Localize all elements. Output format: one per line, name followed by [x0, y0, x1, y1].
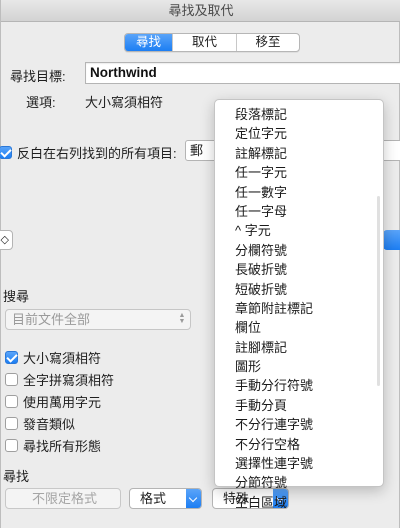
whole-word-label: 全字拼寫須相符	[23, 373, 115, 388]
format-popup-button[interactable]: 格式	[129, 488, 202, 509]
search-scope-select[interactable]: 目前文件全部 ▲ ▼	[5, 309, 191, 330]
find-replace-window: 尋找及取代 尋找 取代 移至 尋找目標: Northwind 選項: 大小寫須相…	[0, 0, 400, 528]
menu-item-comment-mark[interactable]: 註解標記	[215, 144, 383, 163]
expand-button[interactable]: ◇	[0, 230, 13, 250]
menu-item-section-break[interactable]: 分節符號	[215, 473, 383, 492]
menu-item-any-digit[interactable]: 任一數字	[215, 183, 383, 202]
right-control-edge[interactable]	[383, 140, 400, 161]
all-word-forms-label: 尋找所有形態	[23, 439, 102, 454]
highlight-all-checkbox[interactable]	[0, 146, 12, 159]
find-format-label: 尋找	[3, 469, 30, 484]
tab-find[interactable]: 尋找	[125, 34, 173, 51]
find-label: 尋找目標:	[10, 69, 66, 84]
menu-item-manual-line-break[interactable]: 手動分行符號	[215, 376, 383, 395]
find-input[interactable]: Northwind	[85, 62, 400, 84]
menu-item-field[interactable]: 欄位	[215, 318, 383, 337]
chevron-down-icon	[186, 489, 201, 508]
menu-scrollbar[interactable]	[377, 196, 380, 386]
sounds-like-row[interactable]: 發音類似	[5, 414, 75, 433]
menu-item-graphic[interactable]: 圖形	[215, 357, 383, 376]
tab-goto[interactable]: 移至	[237, 34, 299, 51]
format-label: 格式	[140, 491, 167, 506]
search-scope-value: 目前文件全部	[12, 312, 91, 327]
menu-item-endnote-mark[interactable]: 章節附註標記	[215, 299, 383, 318]
search-label: 搜尋	[3, 289, 30, 304]
whole-word-checkbox[interactable]	[5, 373, 18, 386]
match-case-checkbox[interactable]	[5, 351, 18, 364]
menu-item-any-letter[interactable]: 任一字母	[215, 202, 383, 221]
whole-word-row[interactable]: 全字拼寫須相符	[5, 370, 114, 389]
menu-item-any-character[interactable]: 任一字元	[215, 163, 383, 182]
sounds-like-checkbox[interactable]	[5, 417, 18, 430]
menu-item-paragraph-mark[interactable]: 段落標記	[215, 105, 383, 124]
menu-item-column-break[interactable]: 分欄符號	[215, 241, 383, 260]
sounds-like-label: 發音類似	[23, 417, 76, 432]
menu-item-tab-character[interactable]: 定位字元	[215, 124, 383, 143]
menu-item-footnote-mark[interactable]: 註腳標記	[215, 338, 383, 357]
wildcards-label: 使用萬用字元	[23, 395, 102, 410]
tab-control: 尋找 取代 移至	[124, 33, 300, 52]
chevron-icon: ◇	[0, 234, 9, 246]
wildcards-row[interactable]: 使用萬用字元	[5, 392, 101, 411]
highlight-all-row[interactable]: 反白在右列找到的所有項目:	[0, 143, 177, 162]
tab-replace[interactable]: 取代	[173, 34, 237, 51]
options-label: 選項:	[26, 95, 56, 110]
menu-item-optional-hyphen[interactable]: 選擇性連字號	[215, 454, 383, 473]
menu-item-em-dash[interactable]: 長破折號	[215, 260, 383, 279]
menu-item-white-space[interactable]: 空白區域	[215, 493, 383, 512]
match-case-label: 大小寫須相符	[23, 351, 102, 366]
special-menu: 段落標記 定位字元 註解標記 任一字元 任一數字 任一字母 ^ 字元 分欄符號 …	[214, 99, 384, 510]
window-title: 尋找及取代	[1, 0, 400, 22]
menu-item-caret-character[interactable]: ^ 字元	[215, 221, 383, 240]
all-word-forms-row[interactable]: 尋找所有形態	[5, 436, 101, 455]
no-formatting-button[interactable]: 不限定格式	[5, 488, 121, 509]
wildcards-checkbox[interactable]	[5, 395, 18, 408]
menu-item-manual-page-break[interactable]: 手動分頁	[215, 396, 383, 415]
menu-item-en-dash[interactable]: 短破折號	[215, 280, 383, 299]
highlight-all-label: 反白在右列找到的所有項目:	[17, 146, 177, 161]
find-next-button-edge[interactable]	[383, 230, 400, 250]
match-case-row[interactable]: 大小寫須相符	[5, 348, 101, 367]
menu-item-nonbreaking-space[interactable]: 不分行空格	[215, 435, 383, 454]
menu-item-nonbreaking-hyphen[interactable]: 不分行連字號	[215, 415, 383, 434]
all-word-forms-checkbox[interactable]	[5, 439, 18, 452]
updown-arrows-icon: ▲ ▼	[178, 312, 186, 325]
options-value: 大小寫須相符	[85, 95, 164, 110]
